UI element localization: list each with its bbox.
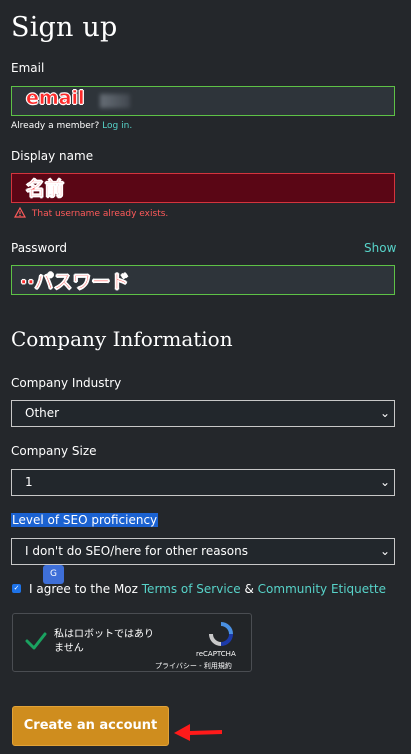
etiquette-link[interactable]: Community Etiquette (258, 582, 386, 596)
email-label: Email (11, 61, 45, 75)
industry-selected: Other (25, 406, 60, 420)
seo-label: Level of SEO proficiency (11, 513, 159, 527)
industry-label: Company Industry (11, 376, 122, 390)
red-arrow-icon (174, 724, 222, 741)
password-label: Password (11, 241, 68, 255)
already-member-text: Already a member? (11, 121, 100, 131)
recaptcha-widget[interactable]: 私はロボットではあり ません reCAPTCHA プライバシー - 利用規約 (12, 613, 252, 672)
recaptcha-privacy[interactable]: プライバシー - 利用規約 (155, 661, 232, 671)
seo-selected: I don't do SEO/here for other reasons (25, 544, 249, 558)
chevron-down-icon: ⌄ (379, 544, 390, 558)
checkmark-icon (25, 632, 47, 650)
display-name-annotation: 名前 (26, 178, 65, 201)
agree-checkbox[interactable]: ✓ (12, 584, 21, 593)
password-field[interactable]: ··パスワード (11, 265, 395, 295)
display-name-label: Display name (11, 149, 94, 163)
agree-prefix: I agree to the Moz (29, 582, 138, 596)
agree-text-row: I agree to the Moz Terms of Service & Co… (29, 582, 386, 596)
already-member-row: Already a member? Log in. (11, 121, 132, 131)
seo-select[interactable]: I don't do SEO/here for other reasons ⌄ (11, 538, 395, 565)
company-heading: Company Information (11, 327, 233, 351)
display-name-field[interactable]: 名前 (11, 173, 395, 203)
chevron-down-icon: ⌄ (379, 475, 390, 489)
agree-amp: & (244, 582, 254, 596)
email-redacted (100, 94, 130, 108)
page-title: Sign up (11, 12, 118, 43)
recaptcha-line2: ません (54, 643, 84, 654)
terms-link[interactable]: Terms of Service (142, 582, 241, 596)
recaptcha-line1: 私はロボットではあり (54, 629, 154, 640)
recaptcha-logo-icon (209, 622, 233, 646)
recaptcha-text: 私はロボットではあり ません (54, 628, 154, 656)
password-annotation: ··パスワード (20, 271, 130, 294)
display-name-error-row: That username already exists. (13, 206, 169, 219)
recaptcha-brand: reCAPTCHA (196, 650, 236, 658)
chevron-down-icon: ⌄ (379, 406, 390, 420)
seo-label-text: Level of SEO proficiency (11, 513, 159, 527)
size-select[interactable]: 1 ⌄ (11, 469, 395, 496)
display-name-error: That username already exists. (31, 209, 169, 219)
login-link[interactable]: Log in. (102, 121, 132, 131)
show-password-link[interactable]: Show (364, 241, 396, 255)
warning-icon (13, 206, 27, 218)
create-account-button[interactable]: Create an account (12, 706, 169, 746)
industry-select[interactable]: Other ⌄ (11, 400, 395, 427)
email-field[interactable]: email (11, 86, 395, 116)
email-annotation: email (26, 87, 85, 110)
size-label: Company Size (11, 444, 97, 458)
size-selected: 1 (25, 475, 33, 489)
